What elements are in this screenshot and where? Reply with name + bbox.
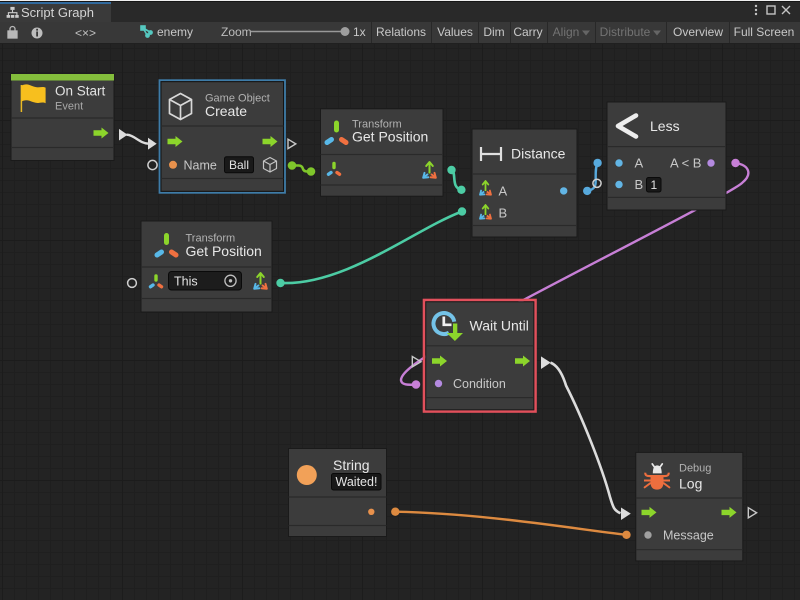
svg-text:Get Position: Get Position xyxy=(352,129,428,145)
svg-text:Wait Until: Wait Until xyxy=(470,318,529,334)
svg-text:Get Position: Get Position xyxy=(186,243,262,259)
svg-text:Create: Create xyxy=(205,103,247,119)
svg-text:Event: Event xyxy=(55,101,83,113)
svg-text:String: String xyxy=(333,457,370,473)
svg-text:1: 1 xyxy=(651,178,658,192)
svg-text:Less: Less xyxy=(650,118,680,134)
svg-text:A: A xyxy=(635,156,644,171)
svg-text:A < B: A < B xyxy=(670,156,701,171)
svg-text:Message: Message xyxy=(663,529,714,543)
svg-text:This: This xyxy=(174,275,198,289)
svg-text:Condition: Condition xyxy=(453,377,506,391)
svg-text:Ball: Ball xyxy=(229,158,249,172)
svg-text:A: A xyxy=(499,184,508,199)
svg-text:Log: Log xyxy=(679,476,702,492)
svg-text:B: B xyxy=(635,177,644,192)
svg-text:<×>: <×> xyxy=(75,26,96,40)
svg-text:Name: Name xyxy=(184,158,217,172)
svg-text:Debug: Debug xyxy=(679,463,711,475)
svg-text:B: B xyxy=(499,206,508,221)
svg-text:On Start: On Start xyxy=(55,84,106,99)
svg-text:Waited!: Waited! xyxy=(336,475,378,489)
svg-text:Distance: Distance xyxy=(511,146,566,162)
